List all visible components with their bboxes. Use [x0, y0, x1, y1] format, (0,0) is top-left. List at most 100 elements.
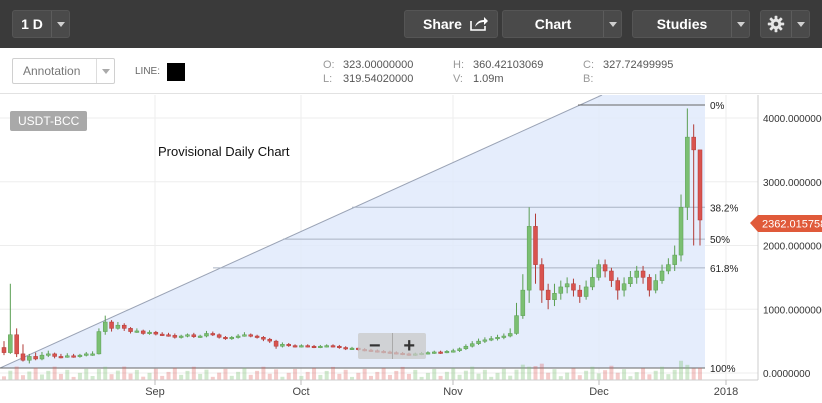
volume-bar: [463, 370, 468, 380]
candle-body: [52, 353, 57, 357]
chevron-down-icon: [51, 11, 69, 37]
candle-body: [235, 335, 241, 338]
volume-bar: [470, 366, 475, 380]
ohlc-volume: V: 1.09m: [453, 73, 504, 85]
volume-bar: [520, 364, 525, 380]
volume-bar: [577, 375, 582, 380]
volume-bar: [147, 372, 152, 380]
volume-bar: [172, 367, 177, 380]
ohlc-low-key: L:: [323, 73, 333, 85]
candle-body: [46, 353, 51, 356]
studies-button[interactable]: Studies: [632, 10, 750, 38]
line-color-label: LINE:: [135, 66, 161, 77]
volume-bar: [20, 375, 25, 380]
volume-bar: [305, 371, 310, 380]
volume-bar: [375, 371, 380, 380]
x-tick-label: Dec: [589, 386, 609, 398]
volume-bar: [533, 366, 538, 380]
ohlc-volume-key: V:: [453, 73, 463, 85]
candle-body: [191, 334, 197, 337]
zoom-out-button[interactable]: −: [358, 333, 392, 359]
volume-bar: [514, 369, 519, 380]
candle-body: [210, 333, 216, 336]
candle-body: [216, 334, 222, 338]
settings-button[interactable]: [760, 10, 810, 38]
volume-bar: [90, 376, 95, 380]
volume-bar: [546, 372, 551, 380]
zoom-in-button[interactable]: +: [391, 333, 427, 359]
candle-body: [647, 277, 652, 291]
fib-level-label: 38.2%: [710, 203, 738, 214]
candle-body: [84, 353, 89, 356]
chart-type-button[interactable]: Chart: [502, 10, 622, 38]
candle-body: [248, 334, 254, 337]
y-tick-label: 4000.0000000: [763, 114, 822, 125]
annotation-select[interactable]: Annotation: [12, 58, 115, 84]
candle-body: [102, 321, 108, 332]
candle-body: [615, 280, 620, 291]
volume-bar: [286, 372, 291, 380]
volume-bar: [622, 369, 627, 380]
volume-bar: [482, 369, 487, 380]
candle-body: [609, 270, 614, 281]
volume-bar: [343, 369, 348, 380]
volume-bar: [229, 375, 234, 380]
symbol-badge: USDT-BCC: [10, 111, 88, 131]
chevron-down-icon: [791, 11, 809, 37]
volume-bar: [84, 368, 89, 380]
ohlc-open-value: 323.00000000: [343, 59, 414, 71]
candle-body: [571, 283, 576, 291]
volume-bar: [590, 366, 595, 380]
volume-bar: [451, 367, 456, 380]
volume-bar: [153, 368, 158, 380]
volume-bar: [217, 372, 222, 380]
volume-bar: [312, 367, 317, 380]
line-color-swatch[interactable]: [167, 63, 185, 81]
volume-bar: [552, 369, 557, 380]
candle-body: [330, 345, 336, 348]
fib-level-label: 100%: [710, 364, 736, 375]
candle-body: [659, 270, 665, 281]
volume-bar: [33, 367, 38, 380]
candle-body: [27, 356, 32, 361]
candle-body: [653, 280, 658, 291]
candle-body: [678, 207, 684, 256]
candle-body: [185, 334, 190, 337]
volume-bar: [406, 373, 411, 380]
chart-type-label: Chart: [534, 16, 572, 32]
annotation-select-label: Annotation: [23, 64, 81, 78]
candle-body: [8, 334, 13, 353]
interval-selector[interactable]: 1 D: [12, 10, 70, 38]
ohlc-close: C: 327.72499995: [583, 59, 673, 71]
candle-body: [450, 350, 456, 353]
candle-body: [444, 351, 450, 354]
volume-bar: [274, 369, 279, 380]
top-toolbar: 1 D Share Chart Studies: [0, 0, 822, 48]
candle-body: [311, 345, 317, 348]
share-button[interactable]: Share: [404, 10, 498, 38]
volume-bar: [115, 370, 120, 380]
ohlc-high-key: H:: [453, 59, 464, 71]
volume-bar: [52, 366, 57, 380]
candle-body: [178, 335, 184, 338]
x-tick-label: Oct: [292, 386, 309, 398]
candle-body: [628, 277, 633, 284]
candle-body: [672, 254, 677, 265]
candle-body: [229, 337, 235, 340]
volume-bar: [495, 372, 500, 380]
volume-bar: [128, 373, 133, 380]
volume-bar: [558, 376, 563, 380]
candle-body: [273, 340, 279, 347]
volume-bar: [65, 369, 70, 380]
candle-body: [39, 354, 45, 360]
volume-bar: [647, 374, 652, 380]
chevron-down-icon: [96, 59, 114, 83]
current-price-tag: 2362.0157585: [750, 215, 822, 232]
candle-body: [488, 338, 494, 341]
volume-bar: [679, 360, 684, 380]
ohlc-high: H: 360.42103069: [453, 59, 543, 71]
volume-bar: [337, 373, 342, 380]
volume-bar: [615, 372, 620, 380]
volume-bar: [596, 373, 601, 380]
candle-body: [501, 335, 507, 338]
